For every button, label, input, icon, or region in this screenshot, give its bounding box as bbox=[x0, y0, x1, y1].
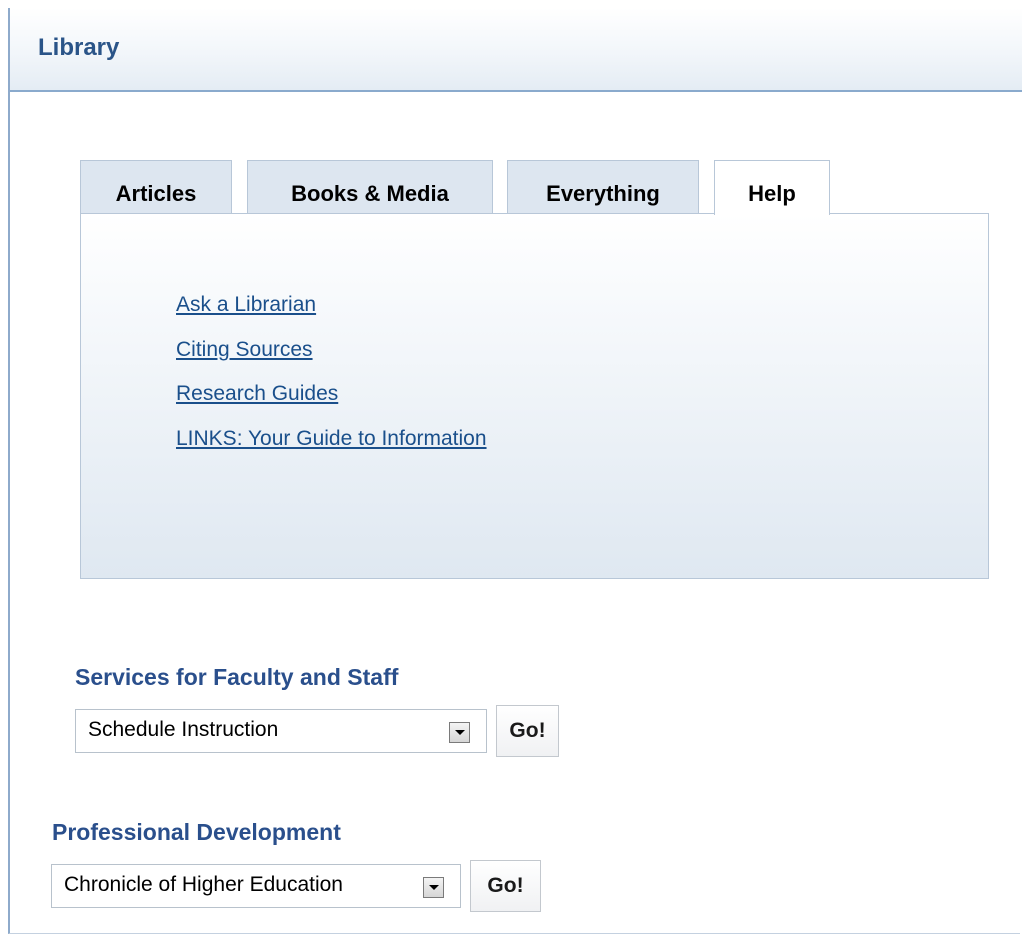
faculty-services-select[interactable]: Schedule Instruction bbox=[75, 709, 487, 753]
chevron-down-icon[interactable] bbox=[449, 722, 470, 743]
chevron-down-icon[interactable] bbox=[423, 877, 444, 898]
panel-title: Library bbox=[38, 34, 120, 61]
research-guides-link[interactable]: Research Guides bbox=[176, 382, 338, 406]
professional-development-heading: Professional Development bbox=[52, 819, 341, 845]
panel-header: Library bbox=[10, 8, 1022, 92]
ask-a-librarian-link[interactable]: Ask a Librarian bbox=[176, 293, 316, 317]
faculty-services-go-button[interactable]: Go! bbox=[496, 705, 559, 757]
tab-books-media[interactable]: Books & Media bbox=[247, 160, 493, 214]
tab-help[interactable]: Help bbox=[714, 160, 830, 215]
professional-development-go-button[interactable]: Go! bbox=[470, 860, 541, 912]
library-panel: Library Articles Books & Media Everythin… bbox=[8, 8, 1022, 934]
tab-everything[interactable]: Everything bbox=[507, 160, 699, 214]
links-guide-link[interactable]: LINKS: Your Guide to Information bbox=[176, 427, 487, 451]
help-tab-panel: Ask a Librarian Citing Sources Research … bbox=[80, 213, 989, 579]
professional-development-select[interactable]: Chronicle of Higher Education bbox=[51, 864, 461, 908]
faculty-services-selected-value: Schedule Instruction bbox=[88, 718, 279, 741]
citing-sources-link[interactable]: Citing Sources bbox=[176, 338, 313, 362]
faculty-services-heading: Services for Faculty and Staff bbox=[75, 664, 399, 690]
tab-articles[interactable]: Articles bbox=[80, 160, 232, 214]
professional-development-selected-value: Chronicle of Higher Education bbox=[64, 873, 343, 896]
